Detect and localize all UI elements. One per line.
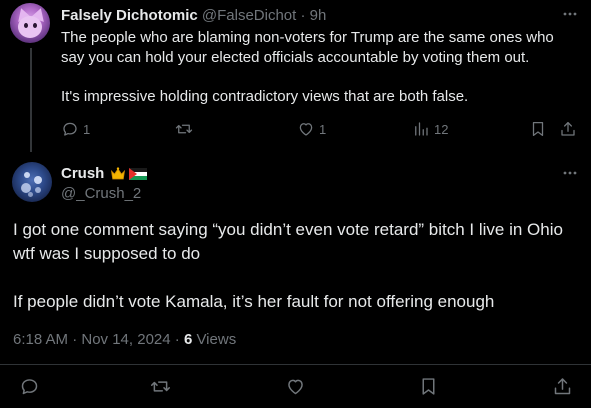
tweet-text: I got one comment saying “you didn’t eve… (13, 218, 583, 314)
tweet-paragraph: If people didn’t vote Kamala, it’s her f… (13, 292, 495, 311)
views-label: Views (196, 331, 237, 348)
analytics-bars-icon (415, 122, 428, 136)
share-button[interactable] (559, 119, 577, 139)
reply-icon (63, 122, 77, 136)
more-dots-icon[interactable] (562, 165, 578, 184)
reply-button[interactable]: 1 (61, 119, 90, 139)
share-button[interactable] (552, 376, 573, 396)
display-name[interactable]: Crush (61, 165, 104, 182)
timestamp[interactable]: 6:18 AM · Nov 14, 2024 · (13, 331, 180, 348)
separator: · (300, 7, 306, 24)
thread-connector-line (30, 48, 32, 152)
retweet-button[interactable] (175, 119, 197, 139)
like-count: 1 (319, 121, 327, 137)
reply-count: 1 (83, 121, 91, 137)
tweet-text: The people who are blaming non-voters fo… (61, 28, 581, 107)
tweet-header: Falsely Dichotomic @FalseDichot · 9h (61, 7, 326, 25)
bookmark-button[interactable] (529, 119, 547, 139)
tweet-action-bar (0, 376, 591, 400)
like-button[interactable]: 1 (297, 119, 326, 139)
views-count: 6 (183, 331, 193, 348)
bookmark-icon (532, 121, 544, 137)
handle[interactable]: @_Crush_2 (61, 185, 141, 202)
tweet-paragraph: I got one comment saying “you didn’t eve… (13, 220, 563, 263)
retweet-icon (151, 380, 170, 392)
view-count: 12 (434, 121, 449, 137)
share-icon (554, 377, 571, 394)
heart-icon (288, 379, 303, 394)
tweet-paragraph: It's impressive holding contradictory vi… (61, 88, 469, 105)
crown-emoji-icon (111, 166, 126, 179)
like-button[interactable] (285, 376, 306, 396)
avatar[interactable] (12, 162, 52, 202)
reply-button[interactable] (19, 376, 40, 396)
display-name[interactable]: Falsely Dichotomic (61, 7, 198, 24)
parent-tweet[interactable]: Falsely Dichotomic @FalseDichot · 9h The… (0, 0, 591, 152)
tweet-action-bar: 1 1 12 (61, 119, 581, 141)
handle[interactable]: @FalseDichot (202, 7, 296, 24)
share-icon (561, 121, 575, 136)
retweet-button[interactable] (150, 376, 171, 396)
heart-icon (299, 123, 313, 136)
reply-icon (21, 378, 38, 394)
views-button[interactable]: 12 (412, 119, 448, 139)
author-name-row: Crush (61, 165, 148, 182)
retweet-icon (175, 124, 193, 134)
tweet-metadata: 6:18 AM · Nov 14, 2024 · 6 Views (13, 331, 236, 348)
tweet-paragraph: The people who are blaming non-voters fo… (61, 29, 554, 66)
avatar[interactable] (10, 3, 50, 43)
more-dots-icon[interactable] (562, 6, 577, 20)
tweet-time[interactable]: 9h (310, 7, 327, 24)
bookmark-icon (422, 377, 435, 395)
bookmark-button[interactable] (418, 376, 439, 396)
divider (0, 364, 591, 365)
palestine-flag-icon (129, 167, 148, 180)
